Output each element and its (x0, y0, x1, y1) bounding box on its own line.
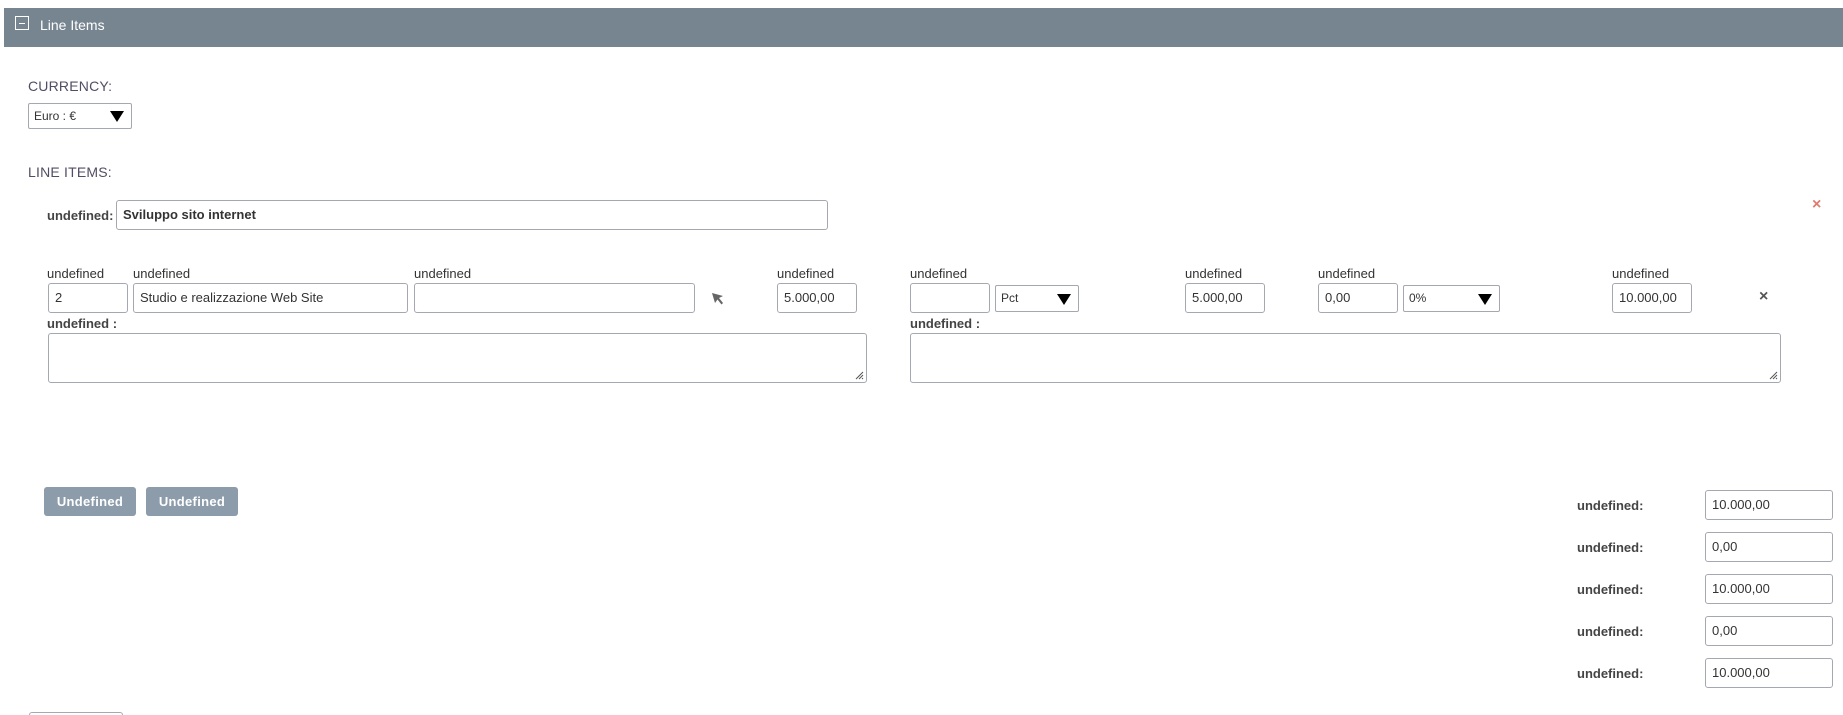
collapse-toggle-icon[interactable] (15, 16, 29, 30)
tax-amount-input[interactable]: 0,00 (1705, 616, 1833, 646)
list-price-label: undefined (777, 266, 835, 281)
total-label: undefined (1612, 266, 1670, 281)
total-amount-label: undefined: (1577, 498, 1644, 513)
chevron-down-icon (110, 111, 124, 122)
note-textarea[interactable] (910, 333, 1781, 383)
discount-amount-input[interactable]: 0,00 (1705, 532, 1833, 562)
currency-select[interactable]: Euro : € (28, 103, 132, 129)
group-name-label: undefined: (47, 208, 114, 223)
panel-header: Line Items (4, 8, 1843, 47)
subtotal-input[interactable]: 10.000,00 (1705, 574, 1833, 604)
currency-label: CURRENCY: (28, 78, 113, 94)
note-label: undefined : (910, 316, 981, 331)
discount-amount-label: undefined: (1577, 540, 1644, 555)
discount-input[interactable] (910, 283, 990, 313)
grand-total-input[interactable]: 10.000,00 (1705, 658, 1833, 688)
currency-select-value: Euro : € (34, 109, 77, 123)
part-number-label: undefined (414, 266, 472, 281)
tax-amount-label: undefined: (1577, 624, 1644, 639)
subtotal-label: undefined: (1577, 582, 1644, 597)
qty-input[interactable]: 2 (48, 283, 128, 313)
tax-label: undefined (1318, 266, 1376, 281)
resize-grip-icon[interactable] (854, 370, 864, 380)
grand-total-label: undefined: (1577, 666, 1644, 681)
unit-price-label: undefined (1185, 266, 1243, 281)
tax-rate-value: 0% (1409, 291, 1427, 305)
discount-type-select[interactable]: Pct (995, 285, 1079, 312)
list-price-input[interactable]: 5.000,00 (777, 283, 857, 313)
cursor-arrow-icon[interactable] (711, 292, 725, 306)
discount-label: undefined (910, 266, 968, 281)
chevron-down-icon (1057, 293, 1071, 305)
resize-grip-icon[interactable] (1768, 370, 1778, 380)
unit-price-input[interactable]: 5.000,00 (1185, 283, 1265, 313)
product-label: undefined (133, 266, 191, 281)
total-input[interactable]: 10.000,00 (1612, 283, 1692, 313)
discount-type-value: Pct (1001, 291, 1019, 305)
panel-title: Line Items (40, 17, 105, 33)
remove-group-close-icon[interactable]: × (1812, 197, 1821, 213)
group-name-input[interactable]: Sviluppo sito internet (116, 200, 828, 230)
remove-line-close-icon[interactable]: × (1759, 289, 1768, 305)
qty-label: undefined (47, 266, 105, 281)
tax-input[interactable]: 0,00 (1318, 283, 1398, 313)
description-textarea[interactable] (48, 333, 867, 383)
tax-rate-select[interactable]: 0% (1403, 285, 1500, 312)
add-group-button[interactable]: Undefined (146, 487, 238, 516)
part-number-input[interactable] (414, 283, 695, 313)
description-label: undefined : (47, 316, 118, 331)
add-line-button[interactable]: Undefined (44, 487, 136, 516)
chevron-down-icon (1478, 293, 1492, 305)
product-input[interactable]: Studio e realizzazione Web Site (133, 283, 408, 313)
line-items-label: LINE ITEMS: (28, 164, 112, 180)
total-amount-input[interactable]: 10.000,00 (1705, 490, 1833, 520)
